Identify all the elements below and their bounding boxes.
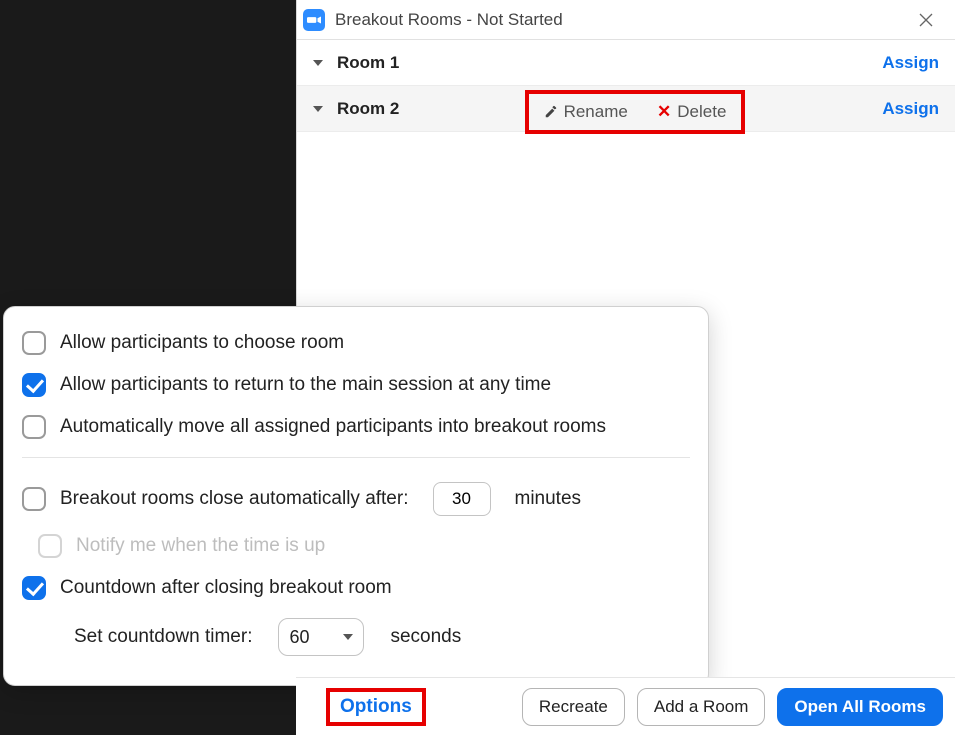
delete-label: Delete (677, 102, 726, 122)
pencil-icon (544, 105, 558, 119)
checkbox-choose-room[interactable] (22, 331, 46, 355)
x-icon: ✕ (657, 102, 671, 122)
close-button[interactable] (911, 5, 941, 35)
rename-label: Rename (564, 102, 628, 122)
room-name: Room 2 (337, 99, 399, 119)
checkbox-close-after[interactable] (22, 487, 46, 511)
checkbox-auto-move[interactable] (22, 415, 46, 439)
label-close-after-before: Breakout rooms close automatically after… (60, 488, 409, 510)
chevron-down-icon (343, 634, 353, 640)
label-choose-room: Allow participants to choose room (60, 332, 344, 354)
close-after-minutes-input[interactable] (433, 482, 491, 516)
checkbox-return-main[interactable] (22, 373, 46, 397)
options-popover: Allow participants to choose room Allow … (3, 306, 709, 686)
countdown-timer-value: 60 (289, 627, 309, 648)
assign-link[interactable]: Assign (882, 53, 939, 73)
footer-bar: Options Recreate Add a Room Open All Roo… (296, 677, 955, 735)
room-row[interactable]: Room 1 Assign (297, 40, 955, 86)
delete-action[interactable]: ✕ Delete (657, 102, 726, 122)
countdown-timer-select[interactable]: 60 (278, 618, 364, 656)
label-return-main: Allow participants to return to the main… (60, 374, 551, 396)
label-timer-before: Set countdown timer: (74, 626, 252, 648)
recreate-button[interactable]: Recreate (522, 688, 625, 726)
divider (22, 457, 690, 458)
label-notify-time: Notify me when the time is up (76, 535, 325, 557)
checkbox-countdown[interactable] (22, 576, 46, 600)
add-room-button[interactable]: Add a Room (637, 688, 766, 726)
assign-link[interactable]: Assign (882, 99, 939, 119)
titlebar: Breakout Rooms - Not Started (297, 0, 955, 40)
label-countdown: Countdown after closing breakout room (60, 577, 392, 599)
chevron-down-icon (313, 60, 323, 66)
label-auto-move: Automatically move all assigned particip… (60, 416, 606, 438)
label-close-after-after: minutes (515, 488, 582, 510)
room-name: Room 1 (337, 53, 399, 73)
open-all-rooms-button[interactable]: Open All Rooms (777, 688, 943, 726)
chevron-down-icon (313, 106, 323, 112)
label-timer-after: seconds (390, 626, 461, 648)
zoom-logo-icon (303, 9, 325, 31)
rename-action[interactable]: Rename (544, 102, 628, 122)
options-button[interactable]: Options (326, 688, 426, 726)
window-title: Breakout Rooms - Not Started (335, 10, 563, 30)
checkbox-notify-time (38, 534, 62, 558)
